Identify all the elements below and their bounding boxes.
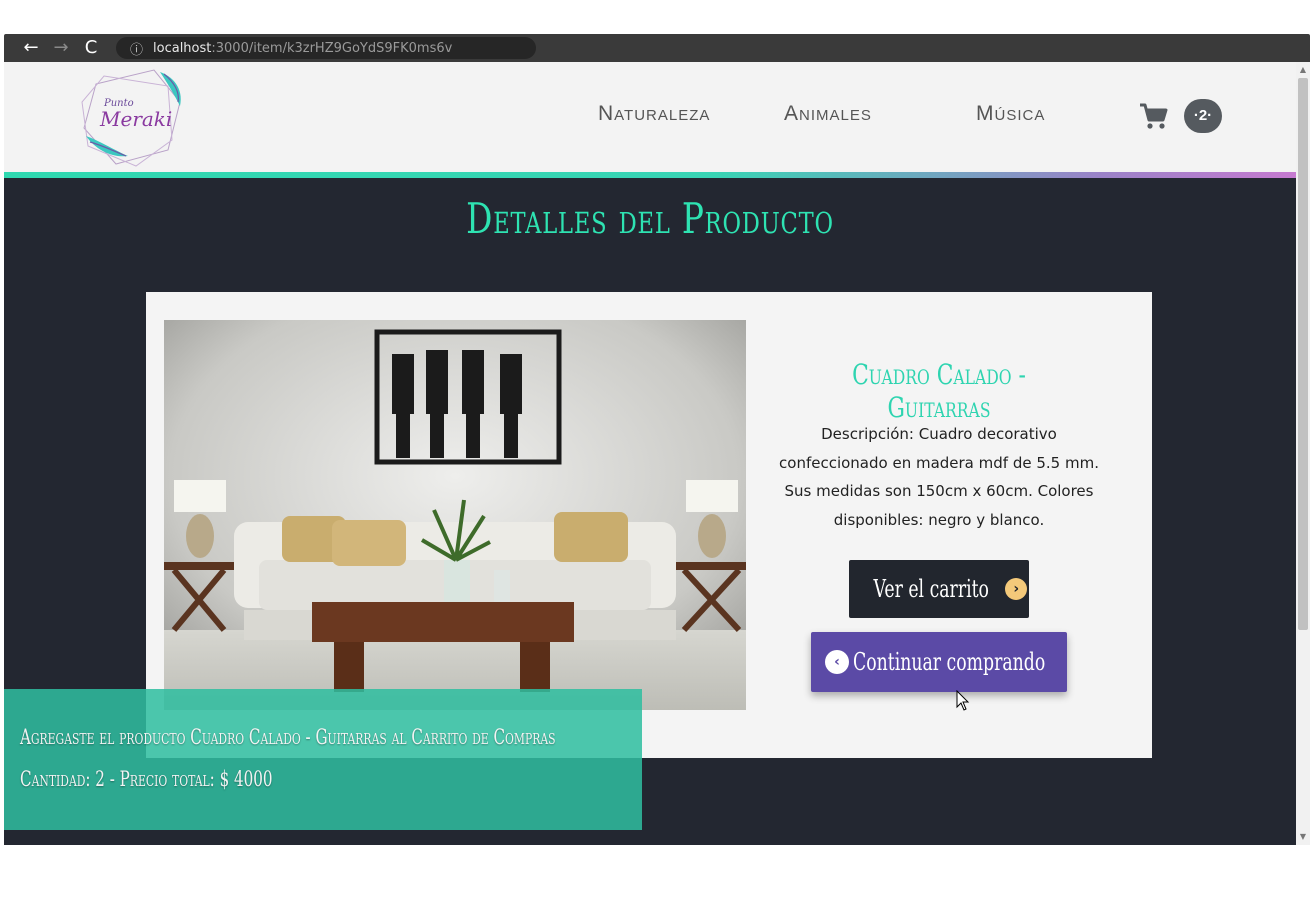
product-description: Descripción: Cuadro decorativo confeccio… <box>779 425 1099 529</box>
logo-text: Meraki <box>99 107 172 131</box>
back-button[interactable]: ← <box>16 34 46 62</box>
site-header: Punto Meraki Naturaleza Animales Música … <box>4 62 1296 172</box>
product-image[interactable] <box>164 320 746 710</box>
meraki-logo[interactable]: Punto Meraki <box>76 66 188 170</box>
nav-item-animales[interactable]: Animales <box>784 102 872 126</box>
view-cart-label: Ver el carrito <box>873 575 989 603</box>
forward-button[interactable]: → <box>46 34 76 62</box>
scroll-up-arrow-icon[interactable]: ▲ <box>1299 66 1307 74</box>
nav-item-musica[interactable]: Música <box>976 102 1045 126</box>
mouse-cursor-icon <box>956 690 970 711</box>
page-viewport: Punto Meraki Naturaleza Animales Música … <box>4 62 1310 845</box>
added-to-cart-toast: Agregaste el producto Cuadro Calado - Gu… <box>4 689 642 830</box>
reload-button[interactable]: C <box>76 34 106 62</box>
scrollbar-thumb[interactable] <box>1298 78 1308 630</box>
header-accent-bar <box>4 172 1296 178</box>
url-host: localhost <box>153 40 212 56</box>
url-path: :3000/item/k3zrHZ9GoYdS9FK0ms6v <box>211 40 453 56</box>
chevron-right-icon: › <box>1005 578 1028 600</box>
chevron-left-icon: ‹ <box>825 650 849 674</box>
continue-shopping-button[interactable]: ‹ Continuar comprando <box>811 632 1067 692</box>
continue-shopping-label: Continuar comprando <box>853 648 1046 676</box>
browser-toolbar: ← → C ⓘ localhost :3000/item/k3zrHZ9GoYd… <box>4 34 1310 62</box>
view-cart-button[interactable]: Ver el carrito › <box>849 560 1029 618</box>
address-bar[interactable]: ⓘ localhost :3000/item/k3zrHZ9GoYdS9FK0m… <box>116 37 536 59</box>
toast-quantity-total: Cantidad: 2 - Precio total: $ 4000 <box>20 767 273 791</box>
cart-icon[interactable] <box>1138 102 1168 130</box>
scroll-down-arrow-icon[interactable]: ▼ <box>1299 833 1307 841</box>
toast-message: Agregaste el producto Cuadro Calado - Gu… <box>20 725 556 749</box>
nav-item-naturaleza[interactable]: Naturaleza <box>598 102 710 126</box>
product-name: Cuadro Calado - Guitarras <box>852 358 1026 424</box>
page-title: Detalles del Producto <box>466 194 834 243</box>
cart-count-badge[interactable]: ·2· <box>1184 99 1222 133</box>
site-info-icon[interactable]: ⓘ <box>130 39 143 58</box>
page-scrollbar[interactable]: ▲ ▼ <box>1296 62 1310 845</box>
